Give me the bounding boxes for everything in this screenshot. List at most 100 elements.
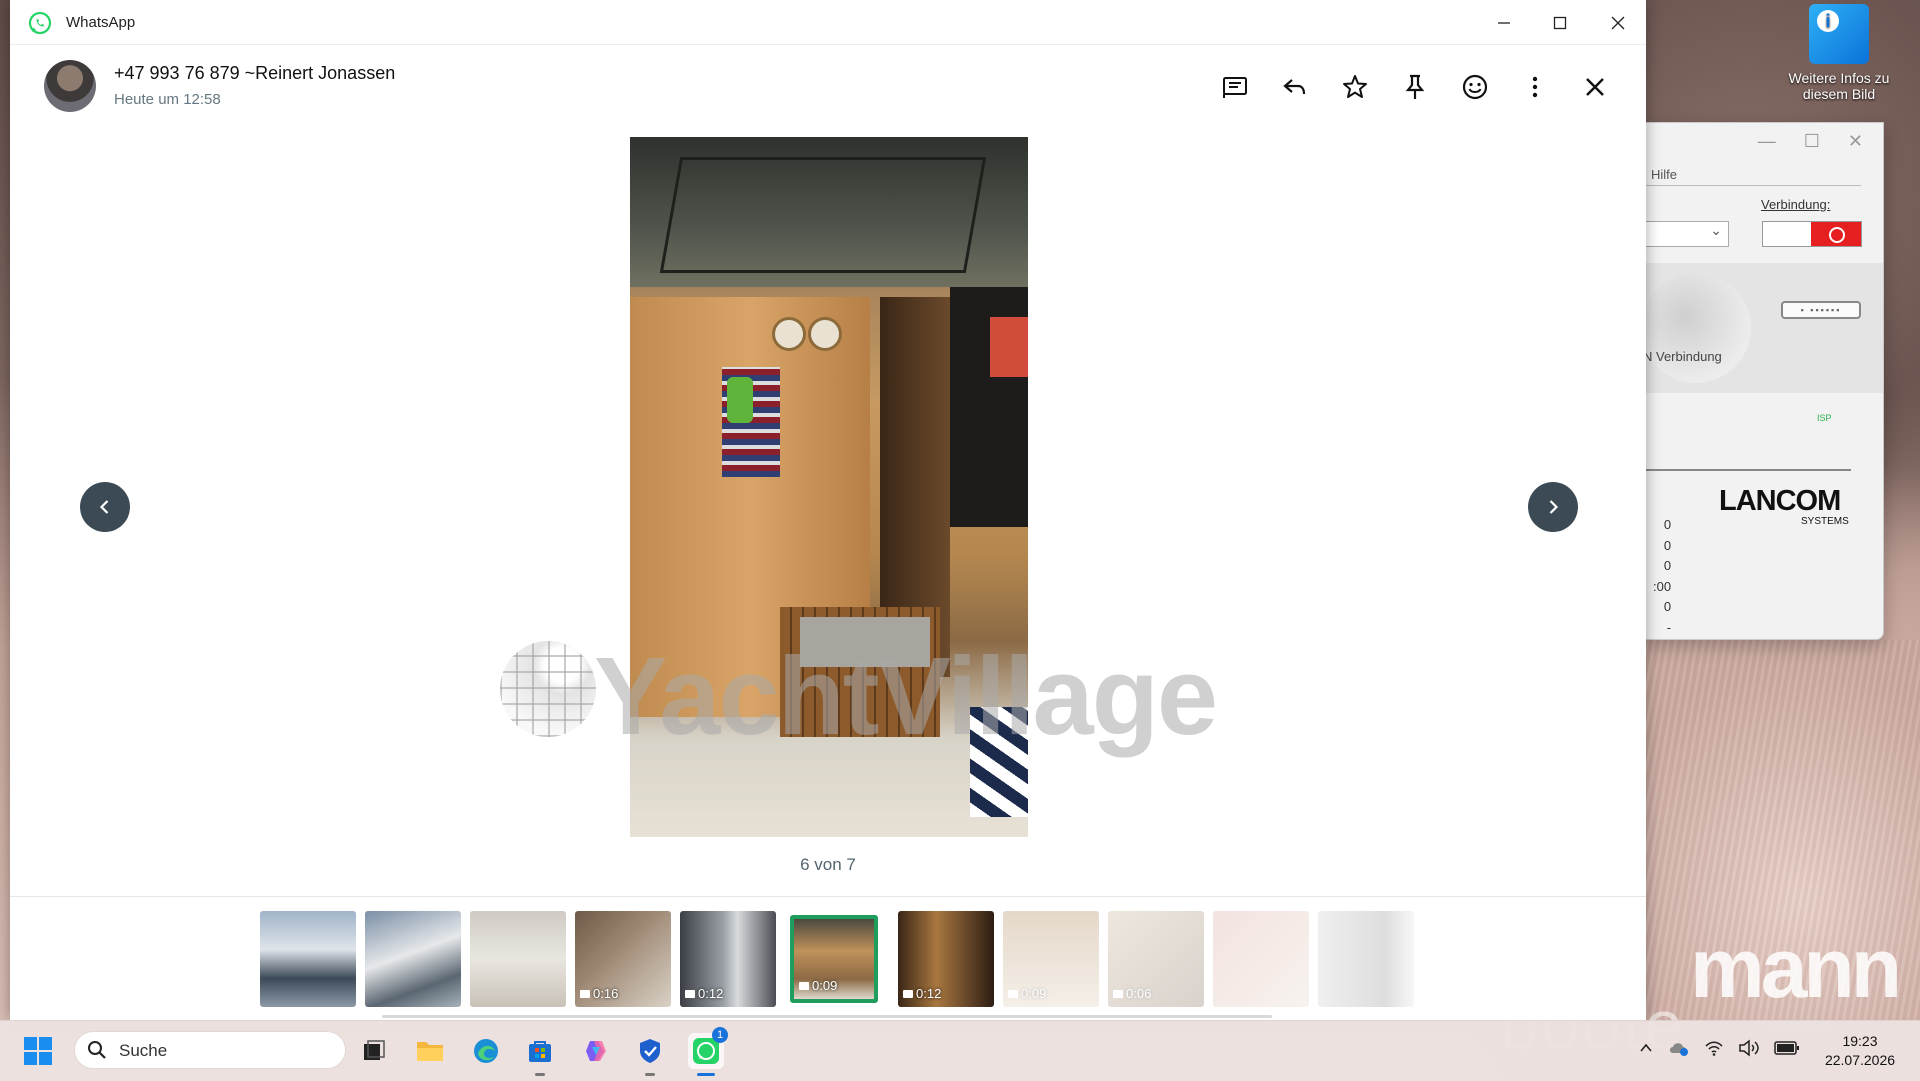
video-duration: 0:06: [1113, 986, 1151, 1001]
taskbar: Suche 1 19:23 22.07.2026: [0, 1020, 1920, 1081]
info-icon: i: [1809, 4, 1869, 64]
edge-browser-button[interactable]: [468, 1033, 504, 1069]
copilot-button[interactable]: [578, 1033, 614, 1069]
search-label: Suche: [119, 1041, 168, 1060]
video-duration: 0:12: [903, 986, 941, 1001]
watermark-globe-icon: [500, 641, 596, 737]
divider: [1641, 469, 1851, 471]
stat-value: 0: [1663, 517, 1672, 532]
edge-icon: [474, 1039, 498, 1063]
contact-name[interactable]: +47 993 76 879 ~Reinert Jonassen: [114, 63, 395, 84]
thumbnail[interactable]: 0:06: [1108, 911, 1204, 1007]
taskbar-search[interactable]: Suche: [74, 1031, 346, 1069]
more-options-button[interactable]: [1518, 70, 1552, 104]
media-counter: 6 von 7: [800, 855, 856, 874]
star-button[interactable]: [1338, 70, 1372, 104]
thumbnail[interactable]: [365, 911, 461, 1007]
minimize-icon[interactable]: —: [1758, 131, 1776, 152]
stat-value: :00: [1653, 578, 1672, 594]
pin-icon: [1405, 74, 1425, 99]
maximize-icon: [1553, 16, 1567, 30]
next-media-button[interactable]: [1528, 482, 1578, 532]
router-icon: ▪ ▪▪▪▪▪▪: [1781, 301, 1861, 319]
maximize-button[interactable]: [1540, 6, 1580, 40]
maximize-icon[interactable]: ☐: [1804, 131, 1820, 152]
emoji-icon: [1462, 74, 1488, 100]
start-button[interactable]: [24, 1037, 52, 1065]
thumbnail-selected[interactable]: 0:09: [790, 915, 878, 1003]
lancom-logo-sub: SYSTEMS: [1801, 516, 1849, 527]
media-frame[interactable]: [630, 137, 1028, 837]
thumbnail-strip[interactable]: 0:16 0:12 0:09 0:12 0:09 0:06: [10, 896, 1646, 1021]
connection-toggle[interactable]: [1762, 221, 1862, 247]
star-icon: [1343, 75, 1367, 98]
copilot-icon: [586, 1041, 606, 1061]
wifi-icon[interactable]: [1704, 1039, 1724, 1057]
divider: [1641, 185, 1861, 186]
lancom-menu-help[interactable]: Hilfe: [1651, 167, 1677, 182]
thumbnail[interactable]: 0:12: [680, 911, 776, 1007]
notification-badge: 1: [712, 1027, 728, 1043]
volume-icon[interactable]: [1738, 1039, 1760, 1057]
search-icon: [88, 1041, 106, 1059]
avatar[interactable]: [44, 60, 96, 112]
stat-value: 0: [1663, 558, 1672, 573]
onedrive-icon[interactable]: [1668, 1039, 1690, 1057]
whatsapp-window: WhatsApp +47 993 76 879 ~Reinert Jonasse…: [10, 0, 1646, 1021]
previous-media-button[interactable]: [80, 482, 130, 532]
video-duration: 0:09: [799, 978, 837, 993]
whatsapp-taskbar-button[interactable]: 1: [688, 1027, 728, 1076]
lancom-window[interactable]: — ☐ ✕ Hilfe Verbindung: ▪ ▪▪▪▪▪▪ N Verbi…: [1640, 122, 1884, 640]
chevron-left-icon: [99, 500, 109, 514]
taskbar-clock[interactable]: 19:23 22.07.2026: [1810, 1032, 1910, 1070]
stat-value: -: [1666, 619, 1672, 635]
reply-button[interactable]: [1278, 70, 1312, 104]
message-timestamp: Heute um 12:58: [114, 91, 221, 108]
thumbnail[interactable]: 0:16: [575, 911, 671, 1007]
chevron-up-icon[interactable]: [1638, 1040, 1654, 1056]
thumbnail-scrollbar[interactable]: [382, 1015, 1272, 1018]
video-frame-yacht-interior[interactable]: [630, 137, 1028, 837]
close-window-button[interactable]: [1598, 6, 1638, 40]
react-button[interactable]: [1458, 70, 1492, 104]
clock-date: 22.07.2026: [1824, 1052, 1896, 1068]
microsoft-store-button[interactable]: [522, 1033, 558, 1076]
pin-button[interactable]: [1398, 70, 1432, 104]
close-viewer-button[interactable]: [1578, 70, 1612, 104]
reply-icon: [1283, 79, 1306, 95]
folder-icon: [417, 1042, 443, 1061]
wallpaper-brand-text: mann: [1690, 921, 1902, 1015]
chevron-right-icon: [1549, 500, 1559, 514]
shield-icon: [640, 1039, 660, 1063]
thumbnail[interactable]: [1213, 911, 1309, 1007]
desktop-icon-label: Weitere Infos zu diesem Bild: [1788, 70, 1890, 102]
whatsapp-logo-icon: [28, 11, 52, 35]
minimize-icon: [1498, 22, 1510, 24]
close-icon: [1611, 16, 1625, 30]
window-titlebar[interactable]: WhatsApp: [10, 0, 1646, 45]
thumbnail[interactable]: 0:12: [898, 911, 994, 1007]
thumbnail[interactable]: [260, 911, 356, 1007]
video-duration: 0:09: [1008, 986, 1046, 1001]
close-icon: [1586, 78, 1604, 96]
battery-icon[interactable]: [1774, 1040, 1800, 1056]
desktop-icon-spotlight[interactable]: i Weitere Infos zu diesem Bild: [1774, 4, 1904, 102]
stat-value: 0: [1663, 537, 1672, 553]
app-title: WhatsApp: [66, 14, 136, 31]
close-icon[interactable]: ✕: [1848, 131, 1863, 152]
minimize-button[interactable]: [1484, 6, 1524, 40]
go-to-message-button[interactable]: [1218, 70, 1252, 104]
file-explorer-button[interactable]: [412, 1033, 448, 1069]
profile-select[interactable]: [1641, 221, 1729, 247]
thumbnail[interactable]: [470, 911, 566, 1007]
more-icon: [1532, 76, 1538, 98]
media-viewer-header: +47 993 76 879 ~Reinert Jonassen Heute u…: [10, 44, 1646, 124]
thumbnail[interactable]: 0:09: [1003, 911, 1099, 1007]
task-view-button[interactable]: [356, 1033, 392, 1069]
thumbnail[interactable]: [1318, 911, 1414, 1007]
defender-button[interactable]: [632, 1033, 668, 1076]
message-icon: [1223, 77, 1247, 98]
video-duration: 0:12: [685, 986, 723, 1001]
vpn-label: N Verbindung: [1643, 349, 1722, 364]
clock-time: 19:23: [1842, 1033, 1878, 1049]
